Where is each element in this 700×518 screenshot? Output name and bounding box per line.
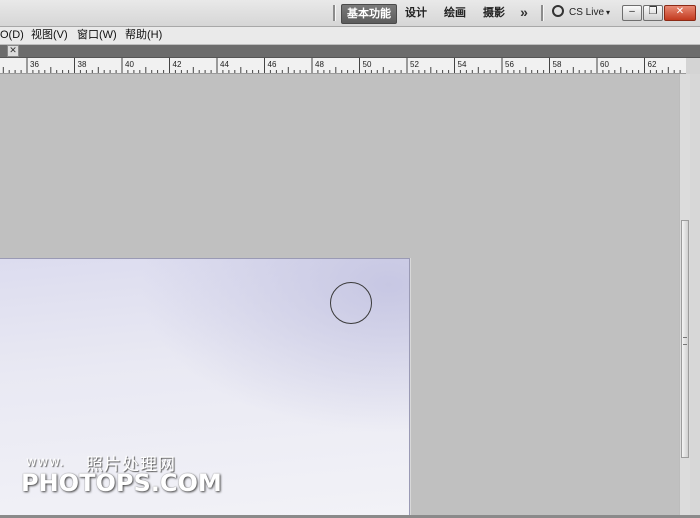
close-tab-button[interactable]: ✕ bbox=[7, 45, 19, 57]
menu-item-window[interactable]: 窗口(W) bbox=[77, 28, 117, 43]
cslive-separator bbox=[541, 5, 544, 21]
chevron-down-icon: ▾ bbox=[606, 8, 611, 17]
menu-bar: O(D) 视图(V) 窗口(W) 帮助(H) bbox=[0, 27, 700, 45]
more-workspaces-button[interactable]: » bbox=[515, 4, 533, 22]
menu-item-help[interactable]: 帮助(H) bbox=[125, 28, 162, 43]
ring-icon bbox=[552, 5, 564, 17]
close-icon: ✕ bbox=[675, 6, 685, 17]
ruler-label: 58 bbox=[553, 60, 562, 69]
restore-icon: ❐ bbox=[648, 6, 658, 17]
ruler-corner bbox=[686, 58, 700, 74]
application-bar: 基本功能 设计 绘画 摄影 » CS Live ▾ – ❐ ✕ bbox=[0, 0, 700, 27]
cs-live-label: CS Live bbox=[569, 7, 605, 18]
document-canvas[interactable]: www. 照片处理网 PHOTOPS.COM bbox=[0, 258, 410, 515]
grip-icon bbox=[683, 337, 687, 345]
canvas-workspace[interactable]: www. 照片处理网 PHOTOPS.COM bbox=[0, 74, 679, 515]
ruler-label: 46 bbox=[268, 60, 277, 69]
cs-live-button[interactable]: CS Live ▾ bbox=[552, 4, 610, 22]
minimize-button[interactable]: – bbox=[622, 5, 642, 21]
ruler-label: 44 bbox=[220, 60, 229, 69]
ruler-label: 42 bbox=[173, 60, 182, 69]
ruler-label: 36 bbox=[30, 60, 39, 69]
ruler-ticks: 36 38 40 42 44 46 48 50 52 54 56 58 60 62 bbox=[2, 58, 681, 73]
watermark-www: www. bbox=[26, 455, 65, 470]
ruler-label: 60 bbox=[600, 60, 609, 69]
ruler-label: 56 bbox=[505, 60, 514, 69]
menu-item-partial[interactable]: O(D) bbox=[0, 28, 24, 43]
ruler-label: 40 bbox=[125, 60, 134, 69]
watermark-main: PHOTOPS.COM bbox=[21, 469, 222, 497]
double-chevron-right-icon: » bbox=[520, 4, 528, 20]
restore-button[interactable]: ❐ bbox=[643, 5, 663, 21]
ruler-label: 48 bbox=[315, 60, 324, 69]
ruler-label: 52 bbox=[410, 60, 419, 69]
workspace-painting-button[interactable]: 绘画 bbox=[439, 4, 471, 22]
workspace-design-button[interactable]: 设计 bbox=[400, 4, 432, 22]
close-icon: ✕ bbox=[9, 45, 17, 55]
close-window-button[interactable]: ✕ bbox=[664, 5, 696, 21]
ruler-label: 54 bbox=[458, 60, 467, 69]
workspace-photography-button[interactable]: 摄影 bbox=[478, 4, 510, 22]
menu-item-view[interactable]: 视图(V) bbox=[31, 28, 68, 43]
right-panel-edge bbox=[690, 74, 700, 518]
ruler-label: 62 bbox=[648, 60, 657, 69]
workspace-separator bbox=[333, 5, 336, 21]
vertical-scrollbar-thumb[interactable] bbox=[681, 220, 689, 458]
document-tab-bar: ✕ bbox=[0, 45, 700, 58]
ruler-label: 50 bbox=[363, 60, 372, 69]
minimize-icon: – bbox=[629, 6, 635, 17]
horizontal-ruler[interactable]: 36 38 40 42 44 46 48 50 52 54 56 58 60 62 bbox=[0, 58, 686, 74]
ruler-label: 38 bbox=[78, 60, 87, 69]
circle-brush-cursor-icon bbox=[330, 282, 372, 324]
vertical-scrollbar[interactable] bbox=[679, 74, 690, 515]
workspace-essentials-button[interactable]: 基本功能 bbox=[341, 4, 397, 24]
